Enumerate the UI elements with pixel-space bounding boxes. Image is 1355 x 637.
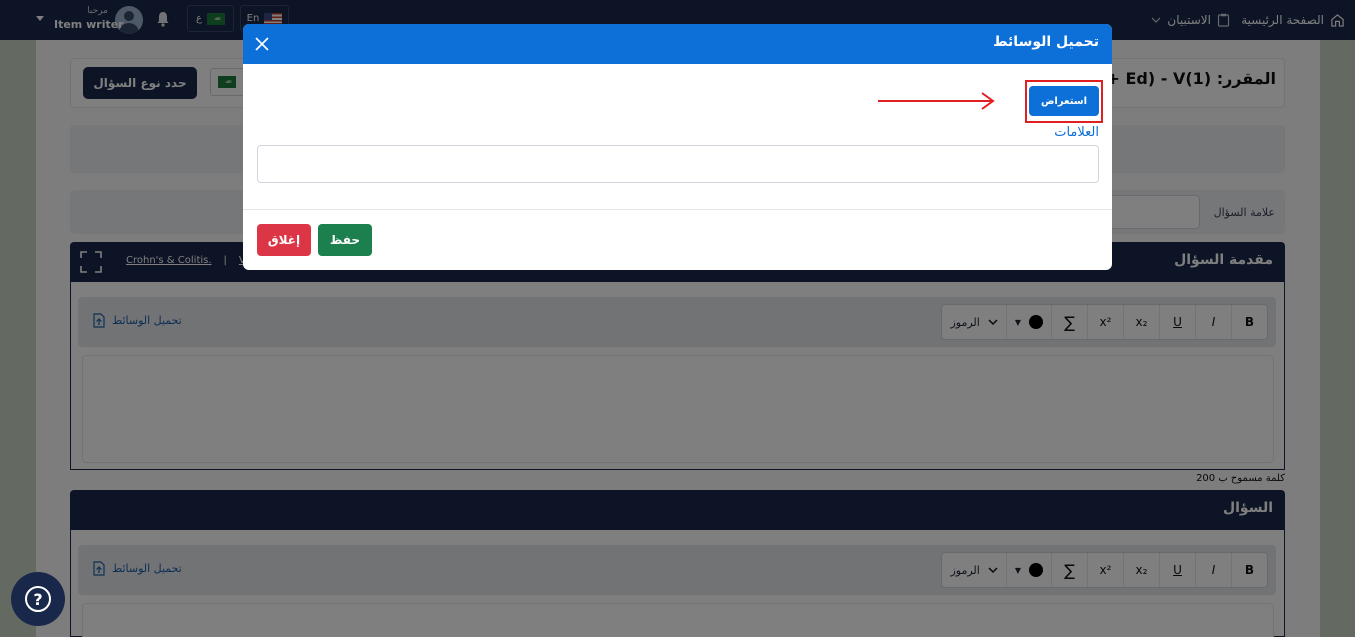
tags-input[interactable]	[257, 145, 1099, 183]
save-button[interactable]: حفظ	[318, 224, 372, 256]
close-button[interactable]: إغلاق	[257, 224, 311, 256]
modal-header: تحميل الوسائط	[243, 24, 1112, 64]
close-icon[interactable]	[253, 35, 271, 53]
help-button[interactable]: ?	[11, 572, 65, 626]
tags-label: العلامات	[1054, 125, 1099, 140]
arrow-right-icon	[878, 92, 995, 110]
upload-media-dialog: تحميل الوسائط استعراض العلامات حفظ إغلاق	[243, 24, 1112, 270]
browse-button[interactable]: استعراض	[1029, 86, 1099, 116]
question-mark-icon: ?	[25, 586, 51, 612]
modal-divider	[243, 209, 1112, 210]
modal-title: تحميل الوسائط	[993, 34, 1099, 50]
